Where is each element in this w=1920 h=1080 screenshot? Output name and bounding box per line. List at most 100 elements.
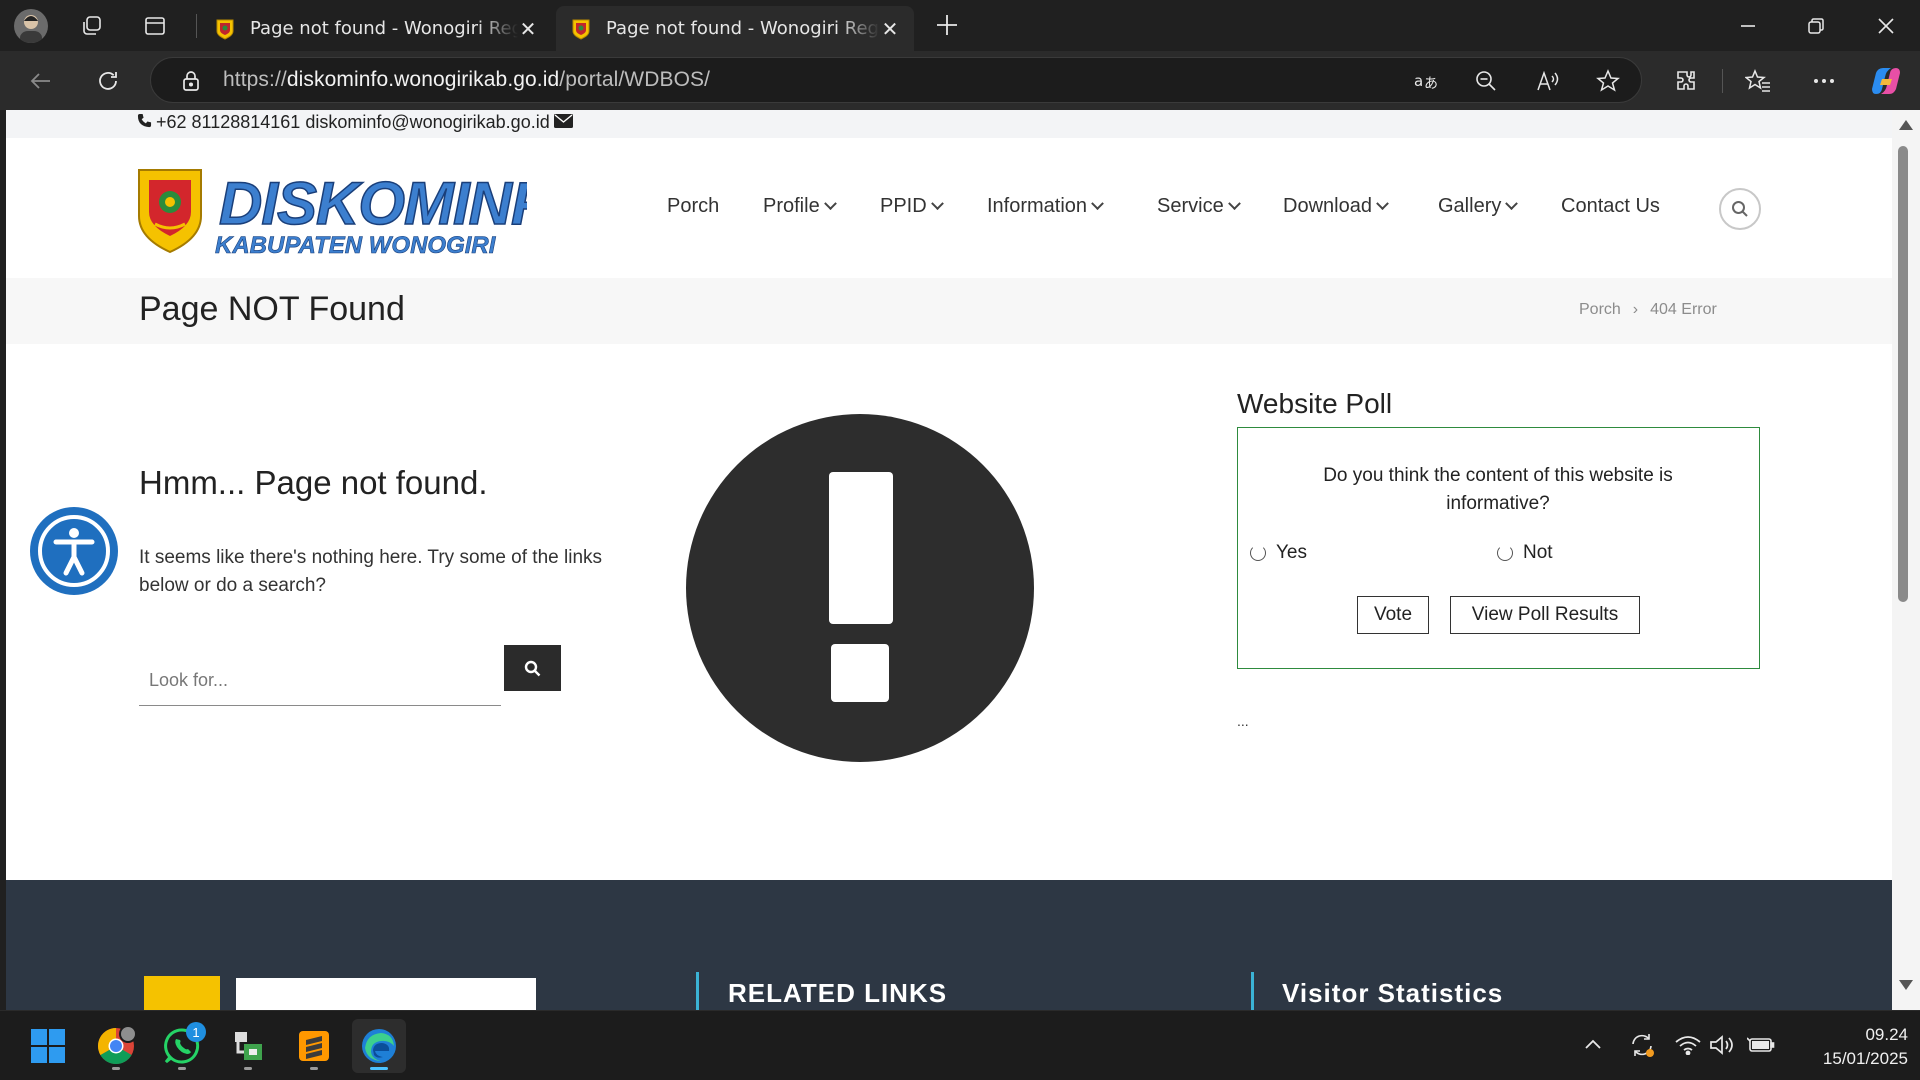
taskbar-network-app[interactable] <box>221 1019 275 1073</box>
footer-logo <box>144 976 536 1010</box>
search-input[interactable] <box>139 656 501 706</box>
nav-label: Download <box>1283 195 1372 217</box>
svg-text:あ: あ <box>1424 76 1438 92</box>
nav-search-button[interactable] <box>1719 188 1761 230</box>
url-text[interactable]: https://diskominfo.wonogirikab.go.id/por… <box>223 68 710 92</box>
nav-information[interactable]: Information <box>987 195 1104 218</box>
scroll-up-arrow-icon[interactable] <box>1899 120 1913 130</box>
nav-gallery[interactable]: Gallery <box>1438 195 1519 218</box>
nav-porch[interactable]: Porch <box>667 195 719 218</box>
nav-label: Contact Us <box>1561 195 1660 217</box>
scroll-down-arrow-icon[interactable] <box>1899 980 1913 990</box>
taskbar-sublime-text[interactable] <box>287 1019 341 1073</box>
profile-avatar[interactable] <box>14 9 48 43</box>
view-poll-results-button[interactable]: View Poll Results <box>1450 596 1640 634</box>
system-clock[interactable]: 09.24 15/01/2025 <box>1788 1023 1908 1071</box>
nav-contact-us[interactable]: Contact Us <box>1561 195 1660 218</box>
close-tab-icon[interactable]: ✕ <box>880 17 900 41</box>
translate-icon[interactable]: aあ <box>1413 68 1439 94</box>
copilot-icon[interactable] <box>1870 65 1902 97</box>
favorite-star-icon[interactable] <box>1595 68 1621 94</box>
close-window-icon[interactable] <box>1872 12 1900 40</box>
read-aloud-icon[interactable] <box>1535 68 1561 94</box>
sync-icon[interactable] <box>1628 1031 1656 1059</box>
envelope-icon <box>553 112 573 133</box>
page-title: Page NOT Found <box>139 290 405 328</box>
address-bar[interactable]: https://diskominfo.wonogirikab.go.id/por… <box>150 57 1642 103</box>
page-scrollbar[interactable] <box>1892 110 1920 1010</box>
clock-date: 15/01/2025 <box>1822 1049 1908 1068</box>
notification-badge: 1 <box>186 1022 206 1042</box>
url-host: diskominfo.wonogirikab.go.id <box>286 68 560 91</box>
radio-icon[interactable] <box>1497 545 1513 561</box>
back-icon[interactable] <box>26 66 56 96</box>
site-favicon-icon <box>216 19 234 40</box>
more-menu-icon[interactable] <box>1810 67 1838 95</box>
chevron-down-icon <box>930 197 944 211</box>
poll-option-not[interactable]: Not <box>1497 542 1553 564</box>
site-logo-graphic: DISKOMINFO KABUPATEN WONOGIRI <box>138 169 594 259</box>
tab-page-not-found-1[interactable]: Page not found - Wonogiri Regency ✕ <box>200 6 552 51</box>
favorites-icon[interactable] <box>1744 67 1772 95</box>
vote-button[interactable]: Vote <box>1357 596 1429 634</box>
running-indicator <box>370 1067 388 1070</box>
footer-heading-accent <box>1251 972 1254 1010</box>
taskbar-chrome[interactable] <box>89 1019 143 1073</box>
accessibility-button[interactable] <box>30 507 118 595</box>
chevron-down-icon <box>1227 197 1241 211</box>
running-indicator <box>178 1067 186 1070</box>
nav-download[interactable]: Download <box>1283 195 1389 218</box>
poll-heading: Website Poll <box>1237 388 1393 419</box>
restore-icon[interactable] <box>1802 12 1830 40</box>
search-button[interactable] <box>504 645 561 691</box>
refresh-icon[interactable] <box>93 66 123 96</box>
exclamation-circle-icon <box>686 414 1034 762</box>
not-found-heading: Hmm... Page not found. <box>139 464 488 501</box>
browser-toolbar: https://diskominfo.wonogirikab.go.id/por… <box>0 51 1920 110</box>
poll-option-yes[interactable]: Yes <box>1250 542 1307 564</box>
tab-divider <box>196 14 197 38</box>
radio-icon[interactable] <box>1250 545 1266 561</box>
nav-label: Porch <box>667 195 720 217</box>
workspaces-icon[interactable] <box>78 12 106 40</box>
lock-icon[interactable] <box>179 69 203 93</box>
site-logo[interactable]: DISKOMINFO KABUPATEN WONOGIRI <box>137 166 594 259</box>
svg-text:DISKOMINFO: DISKOMINFO <box>219 170 527 237</box>
clock-time: 09.24 <box>1865 1025 1908 1044</box>
tab-page-not-found-2[interactable]: Page not found - Wonogiri Regency ✕ <box>556 6 914 51</box>
search-icon <box>1732 201 1748 217</box>
contact-text: +62 81128814161 diskominfo@wonogirikab.g… <box>156 112 550 132</box>
zoom-out-icon[interactable] <box>1473 68 1499 94</box>
edge-icon <box>362 1029 396 1063</box>
chevron-down-icon <box>1505 197 1519 211</box>
windows-taskbar: 1 09.24 15/01/2025 <box>0 1010 1920 1080</box>
contact-info: +62 81128814161 diskominfo@wonogirikab.g… <box>137 112 573 133</box>
taskbar-edge[interactable] <box>352 1019 406 1073</box>
new-tab-icon[interactable] <box>932 10 962 40</box>
top-contact-bar: +62 81128814161 diskominfo@wonogirikab.g… <box>6 110 1892 138</box>
nav-profile[interactable]: Profile <box>763 195 837 218</box>
nav-service[interactable]: Service <box>1157 195 1241 218</box>
show-hidden-icons-chevron-up-icon[interactable] <box>1582 1033 1604 1055</box>
scrollbar-thumb[interactable] <box>1898 146 1908 602</box>
page-title-bar: Page NOT Found Porch › 404 Error <box>6 278 1892 344</box>
volume-icon[interactable] <box>1709 1033 1735 1057</box>
svg-text:a: a <box>1414 72 1423 90</box>
nav-ppid[interactable]: PPID <box>880 195 944 218</box>
site-footer: RELATED LINKS Visitor Statistics <box>6 880 1892 1010</box>
taskbar-whatsapp[interactable]: 1 <box>155 1019 209 1073</box>
minimize-icon[interactable] <box>1734 12 1762 40</box>
sublime-text-icon <box>299 1031 329 1061</box>
tab-actions-icon[interactable] <box>141 12 169 40</box>
wifi-icon[interactable] <box>1674 1033 1702 1057</box>
extensions-icon[interactable] <box>1672 67 1700 95</box>
running-indicator <box>310 1067 318 1070</box>
close-tab-icon[interactable]: ✕ <box>518 17 538 41</box>
start-button[interactable] <box>21 1019 75 1073</box>
breadcrumb: Porch › 404 Error <box>1579 301 1717 319</box>
breadcrumb-home[interactable]: Porch <box>1579 301 1621 319</box>
battery-icon[interactable] <box>1746 1033 1776 1057</box>
chrome-icon <box>97 1026 136 1065</box>
nav-label: Service <box>1157 195 1224 217</box>
chevron-down-icon <box>823 197 837 211</box>
